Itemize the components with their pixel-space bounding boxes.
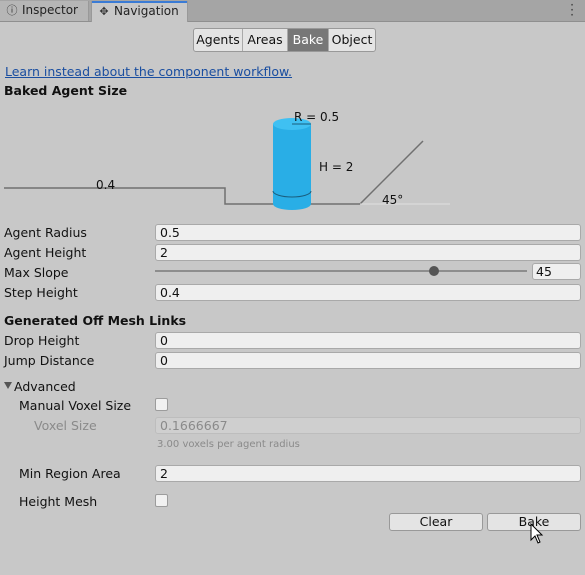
- drop-height-field[interactable]: 0: [155, 332, 581, 349]
- manual-voxel-size-label: Manual Voxel Size: [19, 398, 132, 413]
- mode-object-button[interactable]: Object: [329, 29, 375, 51]
- max-slope-field[interactable]: 45: [532, 263, 581, 280]
- advanced-foldout-arrow-icon[interactable]: [4, 382, 12, 389]
- manual-voxel-size-checkbox[interactable]: [155, 398, 168, 411]
- info-icon: ⓘ: [6, 4, 18, 17]
- agent-height-label: Agent Height: [4, 245, 87, 260]
- tab-bar: ⓘ Inspector ✥ Navigation · · ·: [0, 0, 585, 22]
- baked-agent-size-header: Baked Agent Size: [4, 83, 128, 98]
- step-height-label: Step Height: [4, 285, 78, 300]
- step-height-field[interactable]: 0.4: [155, 284, 581, 301]
- mode-bake-button[interactable]: Bake: [288, 29, 329, 51]
- height-diagram-label: H = 2: [319, 160, 353, 174]
- offmesh-links-header: Generated Off Mesh Links: [4, 313, 187, 328]
- voxel-size-label: Voxel Size: [34, 418, 97, 433]
- max-slope-slider-handle[interactable]: [429, 266, 439, 276]
- jump-distance-field[interactable]: 0: [155, 352, 581, 369]
- agent-cylinder: [272, 118, 312, 210]
- agent-size-diagram: R = 0.5 H = 2 0.4 45°: [4, 110, 450, 210]
- tab-navigation-label: Navigation: [114, 4, 179, 18]
- mode-agents-button[interactable]: Agents: [194, 29, 243, 51]
- height-mesh-label: Height Mesh: [19, 494, 98, 509]
- voxel-size-field: 0.1666667: [155, 417, 581, 434]
- tab-navigation[interactable]: ✥ Navigation: [91, 1, 188, 22]
- jump-distance-label: Jump Distance: [4, 353, 95, 368]
- agent-radius-field[interactable]: 0.5: [155, 224, 581, 241]
- mode-areas-button[interactable]: Areas: [243, 29, 288, 51]
- slope-diagram-label: 45°: [382, 193, 403, 207]
- agent-height-field[interactable]: 2: [155, 244, 581, 261]
- voxel-hint: 3.00 voxels per agent radius: [157, 439, 300, 450]
- drop-height-label: Drop Height: [4, 333, 80, 348]
- max-slope-slider-track[interactable]: [155, 270, 527, 272]
- height-mesh-checkbox[interactable]: [155, 494, 168, 507]
- navigation-icon: ✥: [99, 5, 109, 18]
- min-region-area-field[interactable]: 2: [155, 465, 581, 482]
- tab-inspector[interactable]: ⓘ Inspector: [0, 1, 89, 21]
- mode-selector: Agents Areas Bake Object: [193, 28, 376, 52]
- advanced-foldout[interactable]: Advanced: [14, 379, 76, 394]
- clear-button[interactable]: Clear: [389, 513, 483, 531]
- mouse-cursor-icon: [530, 523, 544, 544]
- min-region-area-label: Min Region Area: [19, 466, 121, 481]
- agent-radius-label: Agent Radius: [4, 225, 87, 240]
- max-slope-label: Max Slope: [4, 265, 69, 280]
- step-diagram-label: 0.4: [96, 178, 115, 192]
- radius-diagram-label: R = 0.5: [294, 110, 339, 124]
- tab-inspector-label: Inspector: [22, 3, 78, 17]
- more-options-icon[interactable]: · · ·: [569, 0, 575, 21]
- component-workflow-link[interactable]: Learn instead about the component workfl…: [5, 64, 292, 79]
